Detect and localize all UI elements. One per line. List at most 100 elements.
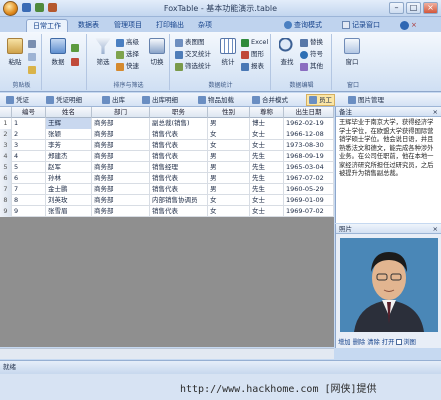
table-tab-employees[interactable]: 员工 [306, 94, 335, 106]
excel-button[interactable]: Excel [241, 37, 268, 48]
column-header-honorific[interactable]: 尊称 [250, 107, 284, 118]
cell-sex[interactable]: 男 [208, 151, 250, 162]
table-row[interactable]: 1 1 王辉 商务部 副总裁(销售) 男博士 1962-02-19 [0, 118, 334, 129]
table-tab-outbound[interactable]: 出库 [100, 94, 127, 106]
cell-sex[interactable]: 女 [208, 129, 250, 140]
cell-name[interactable]: 刘英玫 [46, 195, 92, 206]
table-row[interactable]: 3 3 李芳 商务部 销售代表女女士 1973-08-30 [0, 140, 334, 151]
table-row[interactable]: 8 8 刘英玫 商务部 内部销售协调员女女士 1969-01-09 [0, 195, 334, 206]
cell-name[interactable]: 郑建杰 [46, 151, 92, 162]
cell-honorific[interactable]: 女士 [250, 140, 284, 151]
cell-sex[interactable]: 女 [208, 195, 250, 206]
data-button[interactable]: 数据 [47, 38, 69, 66]
table-tab-merge-mode[interactable]: 合并模式 [250, 94, 290, 106]
table-chart-button[interactable]: 表图图 [175, 37, 205, 48]
cell-name[interactable]: 张雪眉 [46, 206, 92, 217]
replace-button[interactable]: 替换 [300, 37, 323, 48]
filter-button[interactable]: 筛选 [92, 38, 114, 66]
table-tab-voucher[interactable]: 凭证 [4, 94, 31, 106]
clear-photo-link[interactable]: 清除 [367, 337, 380, 346]
select-button[interactable]: 选择 [116, 49, 139, 60]
cell-sex[interactable]: 女 [208, 140, 250, 151]
cell-dob[interactable]: 1966-12-08 [284, 129, 334, 140]
table-row[interactable]: 5 5 赵军 商务部 销售经理男先生 1965-03-04 [0, 162, 334, 173]
cell-title[interactable]: 销售代表 [150, 140, 208, 151]
record-window-toggle[interactable]: 记录窗口 [342, 19, 380, 31]
table-row[interactable]: 2 2 张颖 商务部 销售代表女女士 1966-12-08 [0, 129, 334, 140]
cell-name[interactable]: 王辉 [46, 118, 92, 129]
cell-title[interactable]: 销售代表 [150, 184, 208, 195]
symbol-button[interactable]: 符号 [300, 49, 323, 60]
tab-misc[interactable]: 杂项 [192, 19, 218, 32]
column-header-sex[interactable]: 性别 [208, 107, 250, 118]
advanced-filter-button[interactable]: 高级 [116, 37, 139, 48]
window-button[interactable]: 窗口 [341, 38, 363, 66]
row-number[interactable]: 4 [0, 151, 12, 162]
cell-dept[interactable]: 商务部 [92, 118, 150, 129]
cell-sex[interactable]: 男 [208, 118, 250, 129]
cell-id[interactable]: 1 [12, 118, 46, 129]
cell-id[interactable]: 7 [12, 184, 46, 195]
cell-name[interactable]: 张颖 [46, 129, 92, 140]
row-number[interactable]: 8 [0, 195, 12, 206]
row-number[interactable]: 3 [0, 140, 12, 151]
cell-honorific[interactable]: 女士 [250, 129, 284, 140]
table-row[interactable]: 4 4 郑建杰 商务部 销售代表男先生 1968-09-19 [0, 151, 334, 162]
cell-honorific[interactable]: 博士 [250, 118, 284, 129]
cell-sex[interactable]: 男 [208, 173, 250, 184]
report-button[interactable]: 报表 [241, 61, 264, 72]
browse-photo-toggle[interactable]: 浏图 [396, 337, 416, 346]
ribbon-close-icon[interactable]: × [411, 19, 417, 31]
table-tab-voucher-detail[interactable]: 凭证明细 [44, 94, 84, 106]
cell-title[interactable]: 销售经理 [150, 162, 208, 173]
cell-id[interactable]: 3 [12, 140, 46, 151]
column-header-title[interactable]: 职务 [150, 107, 208, 118]
cell-id[interactable]: 9 [12, 206, 46, 217]
row-number[interactable]: 6 [0, 173, 12, 184]
tab-data-table[interactable]: 数据表 [72, 19, 105, 32]
row-number[interactable]: 5 [0, 162, 12, 173]
table-row[interactable]: 6 6 孙林 商务部 销售代表男先生 1967-07-02 [0, 173, 334, 184]
delete-row-button[interactable] [71, 56, 79, 67]
cell-honorific[interactable]: 先生 [250, 184, 284, 195]
stat-button[interactable]: 统计 [217, 38, 239, 66]
cell-dob[interactable]: 1965-03-04 [284, 162, 334, 173]
table-tab-outbound-detail[interactable]: 出库明细 [140, 94, 180, 106]
cross-stat-button[interactable]: 交叉统计 [175, 49, 211, 60]
help-icon[interactable] [400, 20, 409, 30]
paste-button[interactable]: 粘贴 [4, 38, 26, 66]
cell-dob[interactable]: 1969-01-09 [284, 195, 334, 206]
cell-title[interactable]: 销售代表 [150, 173, 208, 184]
cell-id[interactable]: 5 [12, 162, 46, 173]
column-header-dob[interactable]: 出生日期 [284, 107, 334, 118]
query-mode-toggle[interactable]: 查询模式 [284, 19, 322, 31]
tab-daily-work[interactable]: 日常工作 [26, 19, 68, 32]
cut-button[interactable] [28, 38, 36, 49]
cell-dept[interactable]: 商务部 [92, 151, 150, 162]
open-photo-link[interactable]: 打开 [382, 337, 395, 346]
cell-dob[interactable]: 1969-07-02 [284, 206, 334, 217]
maximize-button[interactable]: □ [406, 2, 421, 14]
close-icon[interactable]: × [433, 107, 438, 117]
cell-title[interactable]: 销售代表 [150, 151, 208, 162]
copy-button[interactable] [28, 51, 36, 62]
cell-dept[interactable]: 商务部 [92, 195, 150, 206]
table-tab-image-manage[interactable]: 图片管理 [346, 94, 386, 106]
cell-dept[interactable]: 商务部 [92, 140, 150, 151]
find-button[interactable]: 查找 [276, 38, 298, 66]
cell-title[interactable]: 副总裁(销售) [150, 118, 208, 129]
add-row-button[interactable] [71, 42, 79, 53]
cell-dept[interactable]: 商务部 [92, 206, 150, 217]
row-number[interactable]: 2 [0, 129, 12, 140]
cell-title[interactable]: 销售代表 [150, 129, 208, 140]
delete-photo-link[interactable]: 删除 [353, 337, 366, 346]
horizontal-scrollbar[interactable] [0, 348, 334, 359]
other-button[interactable]: 其他 [300, 61, 323, 72]
row-number[interactable]: 1 [0, 118, 12, 129]
cell-dept[interactable]: 商务部 [92, 173, 150, 184]
remark-text[interactable]: 王辉毕业于南京大学，获得经济学学士学位，在欧盟大学获得国际营销学硕士学位。他会说… [336, 117, 441, 181]
cell-id[interactable]: 4 [12, 151, 46, 162]
cell-honorific[interactable]: 先生 [250, 173, 284, 184]
cell-name[interactable]: 孙林 [46, 173, 92, 184]
cell-sex[interactable]: 女 [208, 206, 250, 217]
